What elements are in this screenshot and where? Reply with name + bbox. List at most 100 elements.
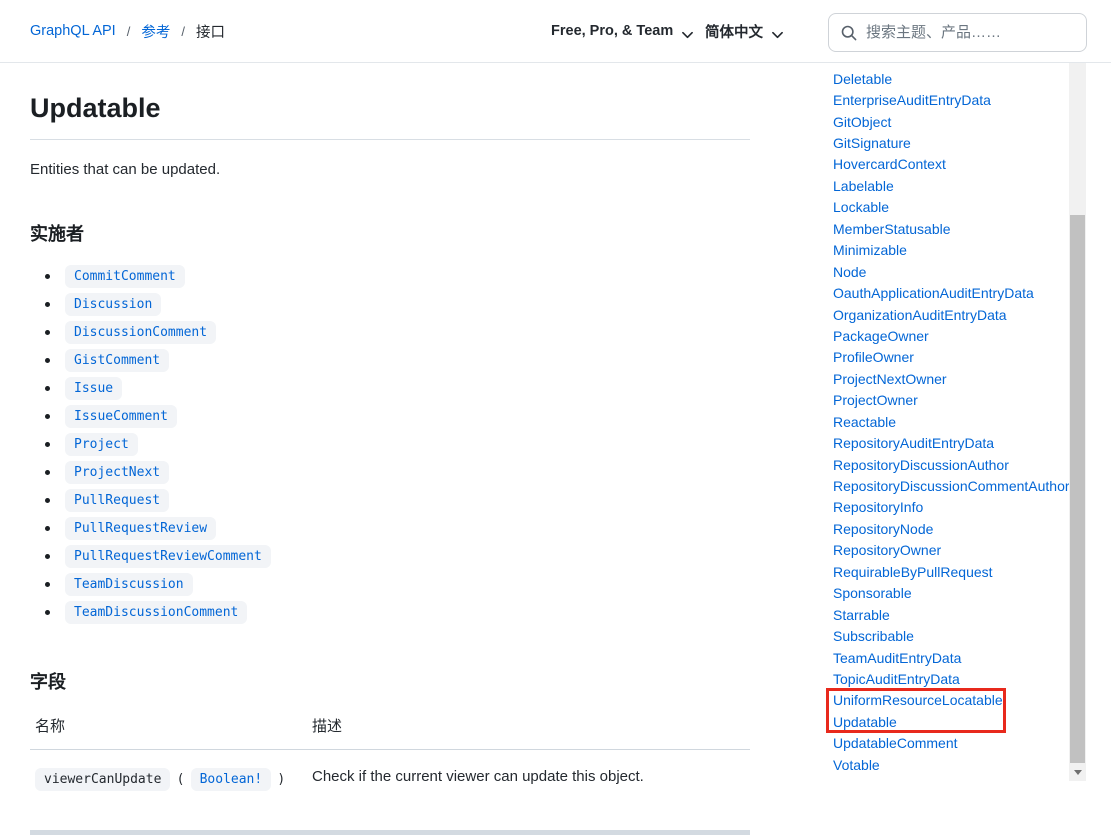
breadcrumb: GraphQL API / 参考 / 接口 (30, 0, 247, 62)
sidebar-link[interactable]: HovercardContext (833, 156, 946, 172)
column-header-description: 描述 (307, 715, 750, 750)
field-name: viewerCanUpdate (35, 768, 171, 791)
list-item: OrganizationAuditEntryData (833, 304, 1069, 325)
bullet-icon (45, 553, 50, 559)
sidebar-link[interactable]: GitObject (833, 114, 891, 130)
list-item: Labelable (833, 175, 1069, 196)
sidebar-link[interactable]: GitSignature (833, 135, 911, 151)
page-description: Entities that can be updated. (30, 161, 221, 178)
list-item: Votable (833, 754, 1069, 775)
list-item: Starrable (833, 604, 1069, 625)
section-divider (30, 830, 750, 835)
sidebar-link[interactable]: UpdatableComment (833, 735, 958, 751)
list-item: CommitComment (30, 262, 750, 290)
field-type-link[interactable]: Boolean! (190, 768, 272, 791)
breadcrumb-link[interactable]: 参考 (141, 21, 170, 42)
bullet-icon (45, 301, 50, 307)
list-item: Lockable (833, 197, 1069, 218)
search-input[interactable] (866, 24, 1074, 41)
list-item: Deletable (833, 68, 1069, 89)
list-item: Node (833, 261, 1069, 282)
list-item: GitObject (833, 111, 1069, 132)
sidebar-link[interactable]: ProjectNextOwner (833, 371, 947, 387)
sidebar-link[interactable]: Lockable (833, 199, 889, 215)
bullet-icon (45, 413, 50, 419)
list-item: UniformResourceLocatable (833, 690, 1069, 711)
sidebar-link[interactable]: ProfileOwner (833, 349, 914, 365)
fields-table: 名称 描述 viewerCanUpdate ( Boolean! ) Check… (30, 715, 750, 801)
list-item: UpdatableComment (833, 733, 1069, 754)
implementer-link[interactable]: IssueComment (65, 404, 177, 428)
implementer-link[interactable]: Discussion (65, 292, 162, 316)
list-item: PackageOwner (833, 325, 1069, 346)
sidebar-link[interactable]: RepositoryInfo (833, 499, 923, 515)
implementers-heading: 实施者 (30, 224, 84, 244)
implementer-link[interactable]: TeamDiscussionComment (65, 600, 248, 624)
list-item: DiscussionComment (30, 318, 750, 346)
implementer-link[interactable]: TeamDiscussion (65, 572, 193, 596)
language-selector-dropdown[interactable]: 简体中文 (705, 0, 783, 62)
breadcrumb-item: GraphQL API / (30, 23, 141, 39)
sidebar-link[interactable]: EnterpriseAuditEntryData (833, 92, 991, 108)
implementer-link[interactable]: PullRequest (65, 488, 170, 512)
list-item: PullRequest (30, 486, 750, 514)
implementer-link[interactable]: Project (65, 432, 138, 456)
implementer-link[interactable]: ProjectNext (65, 460, 170, 484)
sidebar-link[interactable]: Deletable (833, 71, 892, 87)
sidebar-link[interactable]: Updatable (833, 714, 897, 730)
sidebar-link[interactable]: RepositoryOwner (833, 542, 941, 558)
list-item: RepositoryDiscussionAuthor (833, 454, 1069, 475)
bullet-icon (45, 273, 50, 279)
sidebar-link[interactable]: OrganizationAuditEntryData (833, 307, 1007, 323)
sidebar-link[interactable]: RepositoryAuditEntryData (833, 435, 994, 451)
sidebar-link[interactable]: Sponsorable (833, 585, 912, 601)
list-item: Sponsorable (833, 583, 1069, 604)
implementer-link[interactable]: Issue (65, 376, 123, 400)
scrollbar-down-button[interactable] (1069, 763, 1086, 781)
sidebar-link[interactable]: Node (833, 264, 866, 280)
sidebar-link[interactable]: Minimizable (833, 242, 907, 258)
breadcrumb-link[interactable]: 接口 (196, 21, 225, 42)
sidebar-link[interactable]: TopicAuditEntryData (833, 671, 960, 687)
list-item: Subscribable (833, 625, 1069, 646)
sidebar-link[interactable]: UniformResourceLocatable (833, 692, 1003, 708)
sidebar-link[interactable]: Reactable (833, 414, 896, 430)
list-item: ProfileOwner (833, 347, 1069, 368)
breadcrumb-item: 接口 (196, 21, 247, 42)
sidebar-link[interactable]: Votable (833, 757, 880, 773)
sidebar-link[interactable]: RepositoryDiscussionCommentAuthor (833, 478, 1070, 494)
bullet-icon (45, 385, 50, 391)
sidebar-link[interactable]: OauthApplicationAuditEntryData (833, 285, 1034, 301)
field-description: Check if the current viewer can update t… (312, 768, 644, 785)
sidebar-link[interactable]: RequirableByPullRequest (833, 564, 993, 580)
scrollbar-thumb[interactable] (1070, 215, 1085, 763)
list-item: TeamDiscussion (30, 570, 750, 598)
list-item: HovercardContext (833, 154, 1069, 175)
sidebar-link[interactable]: Subscribable (833, 628, 914, 644)
sidebar-link[interactable]: TeamAuditEntryData (833, 650, 961, 666)
sidebar-scrollbar-track[interactable] (1069, 63, 1086, 781)
sidebar-link[interactable]: RepositoryNode (833, 521, 933, 537)
sidebar-link[interactable]: Labelable (833, 178, 894, 194)
plan-selector-dropdown[interactable]: Free, Pro, & Team (551, 0, 694, 62)
sidebar-list: Deletable EnterpriseAuditEntryData GitOb… (833, 68, 1070, 775)
implementer-link[interactable]: PullRequestReview (65, 516, 217, 540)
implementer-link[interactable]: CommitComment (65, 264, 185, 288)
chevron-down-icon (772, 27, 783, 39)
triangle-down-icon (1073, 769, 1082, 775)
bullet-icon (45, 441, 50, 447)
sidebar-link[interactable]: Starrable (833, 607, 890, 623)
sidebar-link[interactable]: RepositoryDiscussionAuthor (833, 457, 1009, 473)
list-item: EnterpriseAuditEntryData (833, 89, 1069, 110)
list-item: GistComment (30, 346, 750, 374)
sidebar-link[interactable]: MemberStatusable (833, 221, 951, 237)
list-item: Discussion (30, 290, 750, 318)
implementer-link[interactable]: GistComment (65, 348, 170, 372)
bullet-icon (45, 609, 50, 615)
sidebar-link[interactable]: ProjectOwner (833, 392, 918, 408)
breadcrumb-link[interactable]: GraphQL API (30, 23, 116, 39)
sidebar-link[interactable]: PackageOwner (833, 328, 929, 344)
implementer-link[interactable]: PullRequestReviewComment (65, 544, 271, 568)
list-item: GitSignature (833, 132, 1069, 153)
implementer-link[interactable]: DiscussionComment (65, 320, 217, 344)
